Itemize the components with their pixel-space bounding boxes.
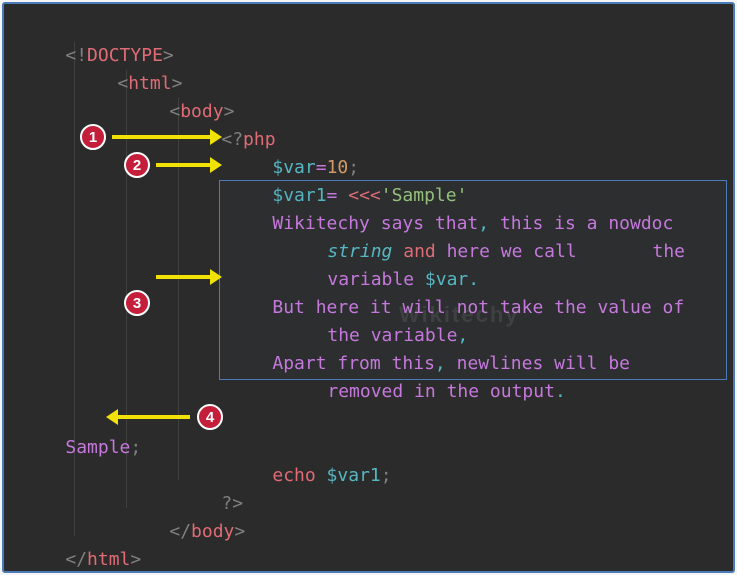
nowdoc-end-label: Sample bbox=[65, 437, 130, 458]
dot: . bbox=[555, 381, 566, 402]
semicolon: ; bbox=[130, 437, 141, 458]
nowdoc-text: here we call the bbox=[447, 241, 685, 262]
line-echo: echo $var1; bbox=[229, 434, 392, 518]
semicolon: ; bbox=[381, 465, 392, 486]
nowdoc-line-7: removed in the output. bbox=[284, 350, 566, 434]
annotation-arrow-4 bbox=[116, 415, 190, 419]
tag-html: html bbox=[87, 549, 130, 570]
bracket: > bbox=[234, 521, 245, 542]
annotation-arrow-3 bbox=[156, 275, 212, 279]
bracket: > bbox=[130, 549, 141, 570]
annotation-badge-1: 1 bbox=[80, 124, 106, 150]
code-editor-frame: Wikitechy <!DOCTYPE> <html> <body> <?php… bbox=[2, 2, 735, 573]
line-body-close: </body> bbox=[126, 490, 245, 573]
line-html-close: </html> bbox=[22, 518, 141, 573]
nowdoc-text: removed in the output bbox=[327, 381, 555, 402]
annotation-badge-4: 4 bbox=[197, 404, 223, 430]
annotation-arrow-2 bbox=[156, 163, 212, 167]
annotation-badge-3: 3 bbox=[124, 290, 150, 316]
bracket: </ bbox=[169, 521, 191, 542]
watermark: Wikitechy bbox=[399, 302, 520, 328]
annotation-arrow-1 bbox=[112, 135, 212, 139]
bracket: </ bbox=[65, 549, 87, 570]
annotation-badge-2: 2 bbox=[124, 152, 150, 178]
echo-keyword: echo bbox=[272, 465, 315, 486]
variable-var1: $var1 bbox=[316, 465, 381, 486]
tag-body: body bbox=[191, 521, 234, 542]
